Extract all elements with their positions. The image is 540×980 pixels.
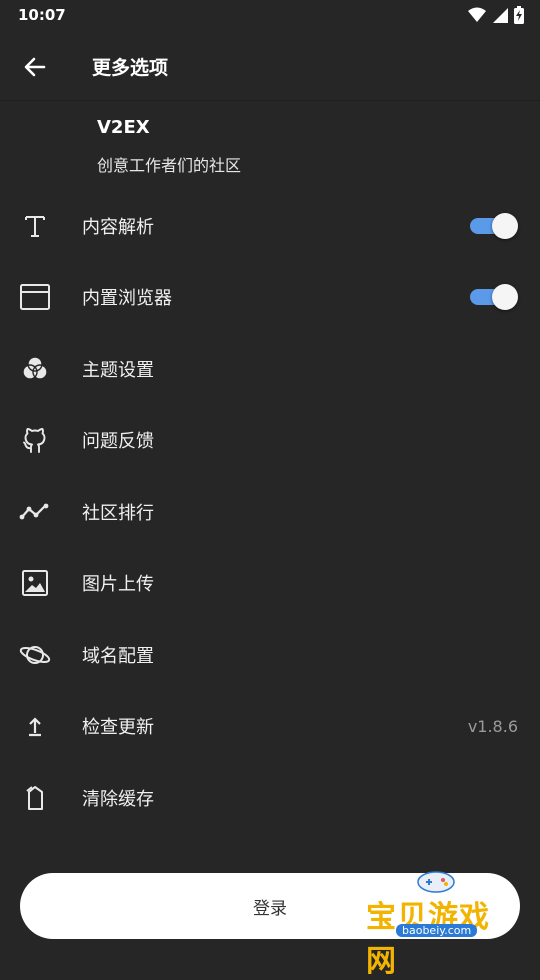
site-name: V2EX (97, 117, 150, 138)
wifi-icon (468, 7, 486, 22)
image-icon (18, 566, 52, 600)
menu-item-feedback[interactable]: 问题反馈 (0, 405, 540, 477)
signal-icon (493, 8, 508, 23)
site-description: 创意工作者们的社区 (97, 156, 242, 175)
menu-item-label: 社区排行 (82, 502, 154, 524)
status-bar: 10:07 (0, 0, 540, 30)
builtin-browser-toggle[interactable] (470, 284, 518, 311)
status-icons (468, 6, 524, 24)
menu-item-domain-config[interactable]: 域名配置 (0, 619, 540, 691)
page-title: 更多选项 (92, 57, 169, 79)
menu-item-label: 清除缓存 (82, 788, 154, 810)
menu-item-image-upload[interactable]: 图片上传 (0, 548, 540, 620)
github-icon (18, 423, 52, 457)
clear-cache-icon (18, 781, 52, 815)
menu-item-label: 图片上传 (82, 574, 154, 596)
palette-circles-icon (18, 352, 52, 386)
app-bar: 更多选项 (0, 30, 540, 101)
menu-item-label: 域名配置 (82, 645, 154, 667)
content-parsing-toggle[interactable] (470, 212, 518, 239)
menu-item-label: 检查更新 (82, 717, 154, 739)
menu-item-label: 问题反馈 (82, 431, 154, 453)
site-header: V2EX 创意工作者们的社区 (97, 117, 241, 176)
menu-item-builtin-browser[interactable]: 内置浏览器 (0, 262, 540, 334)
menu-item-clear-cache[interactable]: 清除缓存 (0, 762, 540, 834)
browser-window-icon (18, 280, 52, 314)
login-button[interactable]: 登录 (20, 873, 520, 939)
menu-item-label: 主题设置 (82, 359, 154, 381)
trending-line-icon (18, 495, 52, 529)
menu-item-check-update[interactable]: 检查更新 v1.8.6 (0, 691, 540, 763)
status-time: 10:07 (18, 6, 66, 24)
arrow-left-icon (24, 57, 46, 77)
toggle-knob (492, 212, 518, 239)
menu-item-label: 内置浏览器 (82, 288, 172, 310)
version-label: v1.8.6 (467, 716, 518, 736)
menu-item-label: 内容解析 (82, 216, 154, 238)
menu-item-community-ranking[interactable]: 社区排行 (0, 476, 540, 548)
options-menu: 内容解析 内置浏览器 主题设置 问题反馈 社区排行 图片上传 域名配置 检查更新… (0, 190, 540, 834)
planet-icon (18, 638, 52, 672)
menu-item-theme-settings[interactable]: 主题设置 (0, 333, 540, 405)
text-t-icon (18, 209, 52, 243)
battery-charging-icon (514, 6, 524, 24)
upload-arrow-icon (18, 709, 52, 743)
menu-item-content-parsing[interactable]: 内容解析 (0, 190, 540, 262)
back-button[interactable] (18, 50, 52, 84)
toggle-knob (492, 284, 518, 311)
